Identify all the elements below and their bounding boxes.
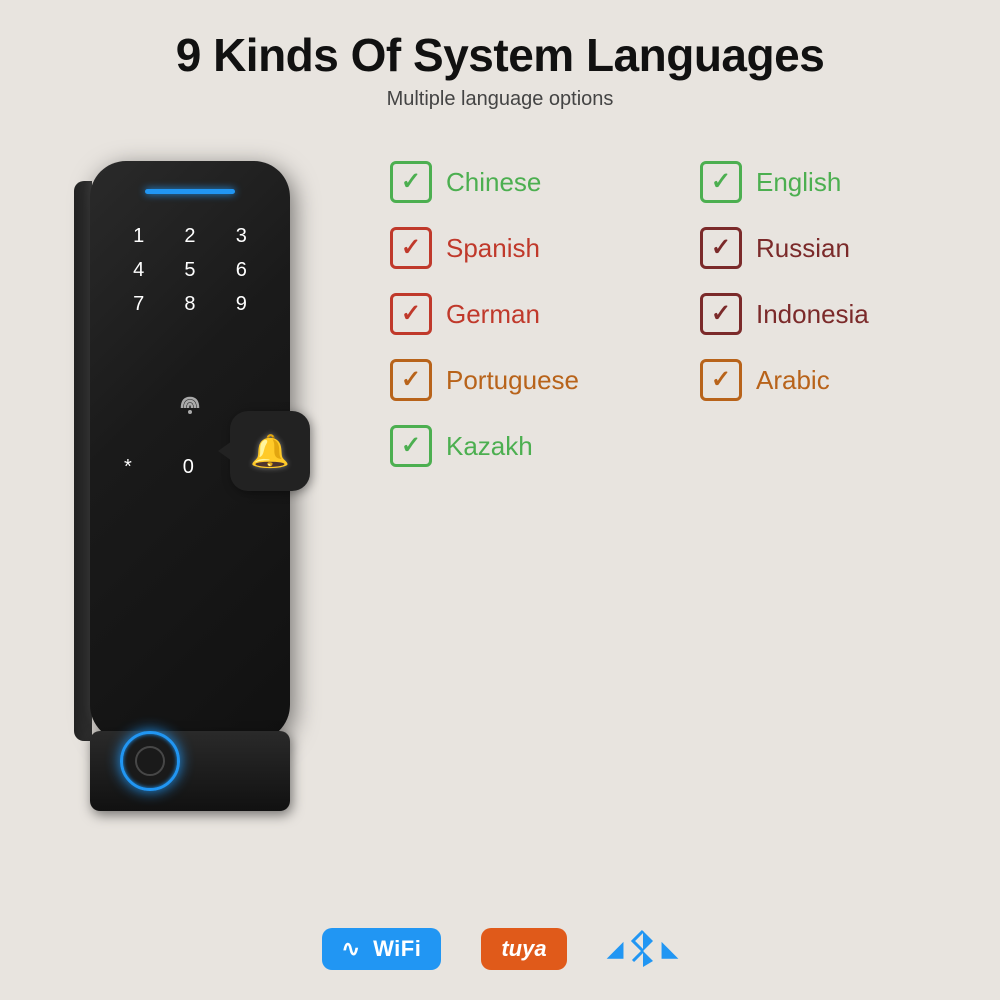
check-box-russian: ✓ [700, 227, 742, 269]
language-item-english: ✓ English [700, 161, 970, 203]
bluetooth-badge: ◢ ◣ [607, 929, 679, 969]
check-mark-kazakh: ✓ [401, 434, 421, 458]
check-box-portuguese: ✓ [390, 359, 432, 401]
lang-label-kazakh: Kazakh [446, 431, 533, 462]
nfc-icon [172, 390, 208, 432]
key-4: 4 [120, 260, 157, 280]
lock-device: 1 2 3 4 5 6 7 8 9 [30, 141, 370, 871]
bt-wave-left: ◢ [607, 936, 624, 962]
lang-label-indonesia: Indonesia [756, 299, 869, 330]
subtitle: Multiple language options [0, 88, 1000, 111]
lang-label-chinese: Chinese [446, 167, 541, 198]
check-mark-indonesia: ✓ [711, 302, 731, 326]
check-mark-english: ✓ [711, 170, 731, 194]
check-box-english: ✓ [700, 161, 742, 203]
language-item-indonesia: ✓ Indonesia [700, 293, 970, 335]
language-item-russian: ✓ Russian [700, 227, 970, 269]
check-box-arabic: ✓ [700, 359, 742, 401]
lock-top-line [145, 189, 235, 194]
tuya-badge: tuya [481, 928, 566, 970]
languages-grid: ✓ Chinese ✓ English ✓ Spanish [390, 151, 970, 467]
wifi-icon: ∿ [342, 936, 361, 961]
key-6: 6 [223, 260, 260, 280]
nfc-area [170, 391, 210, 431]
key-3: 3 [223, 226, 260, 246]
language-item-kazakh: ✓ Kazakh [390, 425, 660, 467]
lang-label-arabic: Arabic [756, 365, 830, 396]
check-mark-german: ✓ [401, 302, 421, 326]
check-box-german: ✓ [390, 293, 432, 335]
language-item-spanish: ✓ Spanish [390, 227, 660, 269]
bell-icon: 🔔 [250, 432, 290, 470]
wifi-badge: ∿ WiFi [322, 928, 442, 970]
language-item-portuguese: ✓ Portuguese [390, 359, 660, 401]
lang-label-german: German [446, 299, 540, 330]
language-item-german: ✓ German [390, 293, 660, 335]
check-box-indonesia: ✓ [700, 293, 742, 335]
lang-label-russian: Russian [756, 233, 850, 264]
language-item-arabic: ✓ Arabic [700, 359, 970, 401]
key-7: 7 [120, 294, 157, 314]
fingerprint-inner [135, 746, 165, 776]
key-2: 2 [171, 226, 208, 246]
key-star: * [124, 456, 132, 479]
fingerprint-scanner [120, 731, 180, 791]
wifi-label: WiFi [373, 936, 421, 961]
lang-label-portuguese: Portuguese [446, 365, 579, 396]
main-title: 9 Kinds Of System Languages [0, 28, 1000, 82]
check-box-spanish: ✓ [390, 227, 432, 269]
page-container: 9 Kinds Of System Languages Multiple lan… [0, 0, 1000, 1000]
check-mark-spanish: ✓ [401, 236, 421, 260]
check-mark-portuguese: ✓ [401, 368, 421, 392]
footer: ∿ WiFi tuya ◢ ◣ [0, 928, 1000, 970]
key-9: 9 [223, 294, 260, 314]
bt-wave-right: ◣ [662, 936, 679, 962]
lang-label-english: English [756, 167, 841, 198]
keypad: 1 2 3 4 5 6 7 8 9 [110, 216, 270, 324]
lang-label-spanish: Spanish [446, 233, 540, 264]
check-box-kazakh: ✓ [390, 425, 432, 467]
check-mark-russian: ✓ [711, 236, 731, 260]
key-8: 8 [171, 294, 208, 314]
check-box-chinese: ✓ [390, 161, 432, 203]
bell-popup: 🔔 [230, 411, 310, 491]
check-mark-chinese: ✓ [401, 170, 421, 194]
keypad-grid: 1 2 3 4 5 6 7 8 9 [110, 216, 270, 324]
key-1: 1 [120, 226, 157, 246]
header: 9 Kinds Of System Languages Multiple lan… [0, 0, 1000, 121]
content-area: 1 2 3 4 5 6 7 8 9 [0, 141, 1000, 871]
lock-handle [90, 731, 290, 811]
key-0: 0 [183, 456, 194, 479]
check-mark-arabic: ✓ [711, 368, 731, 392]
key-5: 5 [171, 260, 208, 280]
bluetooth-icon [628, 929, 658, 969]
languages-section: ✓ Chinese ✓ English ✓ Spanish [370, 141, 970, 467]
tuya-label: tuya [501, 936, 546, 961]
language-item-chinese: ✓ Chinese [390, 161, 660, 203]
